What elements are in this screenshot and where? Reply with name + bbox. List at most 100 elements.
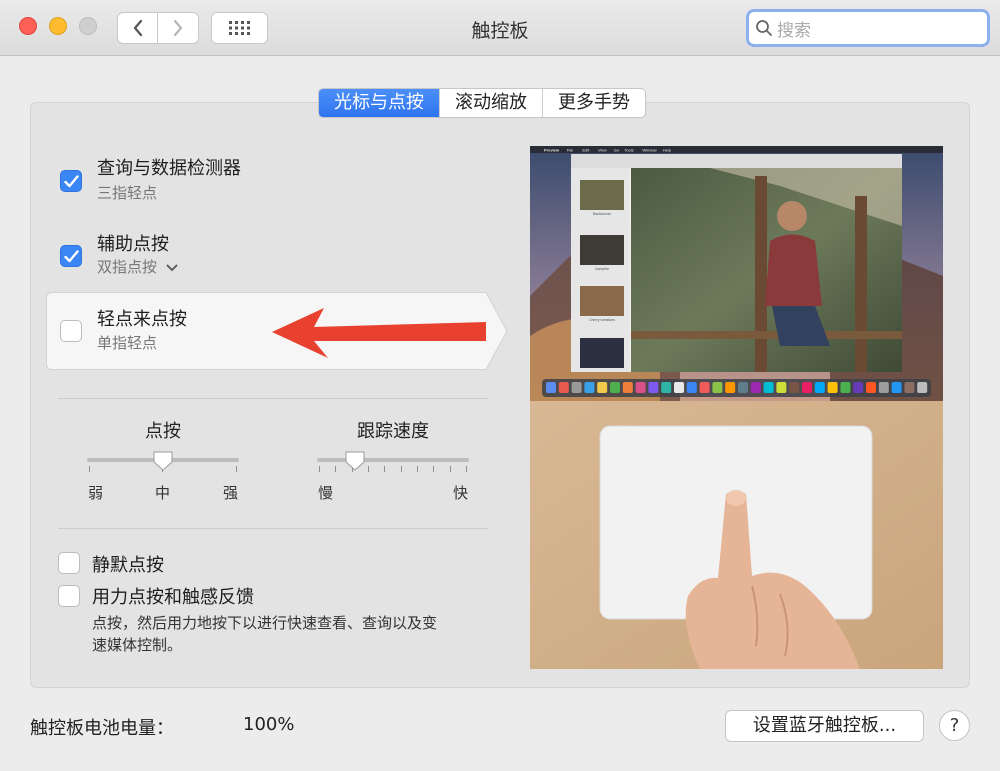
preview-thumbnail-caption: Backwoods <box>593 212 611 216</box>
tracking-slider-tick <box>335 466 337 472</box>
click-slider-knob[interactable] <box>152 450 174 472</box>
tracking-slider-tick <box>466 466 467 472</box>
tracking-slider-track[interactable] <box>317 458 469 462</box>
tap-to-click-checkbox[interactable] <box>60 320 82 342</box>
preview-menu-item: Go <box>614 148 620 153</box>
tracking-slider-tick <box>433 466 435 472</box>
zoom-window-button[interactable] <box>79 17 97 35</box>
divider-top <box>58 398 488 399</box>
secondary-click-checkbox[interactable] <box>60 245 82 267</box>
tracking-slider-max-label: 快 <box>453 484 469 502</box>
tab-scroll-and-zoom[interactable]: 滚动缩放 <box>439 89 542 117</box>
tab-bar: 光标与点按 滚动缩放 更多手势 <box>318 88 646 118</box>
tracking-slider-knob[interactable] <box>344 450 366 472</box>
dock-app-icon <box>597 382 608 393</box>
dock-app-icon <box>917 382 928 393</box>
preview-menu-item: Edit <box>582 148 590 153</box>
click-slider-tick <box>236 466 237 472</box>
preview-thumbnail-caption: Cherry tomatoes <box>589 318 615 322</box>
tap-to-click-title: 轻点来点按 <box>97 309 187 330</box>
dock-app-icon <box>674 382 684 393</box>
dock-app-icon <box>802 382 812 393</box>
silent-clicking-title: 静默点按 <box>92 555 164 576</box>
forward-button[interactable] <box>158 12 199 44</box>
help-button[interactable]: ? <box>939 710 970 741</box>
gesture-preview-video: Preview File Edit View Go Tools Window Help Bac… <box>530 146 943 669</box>
dock-app-icon <box>763 382 774 393</box>
dock-app-icon <box>712 382 723 393</box>
tracking-slider-tick <box>400 466 402 472</box>
search-icon <box>756 20 772 36</box>
dock-app-icon <box>750 382 761 393</box>
dock-app-icon <box>622 382 633 393</box>
secondary-click-subtitle: 双指点按 <box>97 258 158 276</box>
preview-thumbnail-caption: Campfire <box>595 267 609 271</box>
silent-clicking-checkbox[interactable] <box>58 552 80 574</box>
chevron-right-icon <box>173 19 183 37</box>
click-slider-min-label: 弱 <box>88 484 104 502</box>
preview-menu-item: File <box>567 148 574 153</box>
tracking-slider-label: 跟踪速度 <box>357 421 429 442</box>
minimize-window-button[interactable] <box>49 17 67 35</box>
lookup-title: 查询与数据检测器 <box>97 158 241 179</box>
lookup-checkbox[interactable] <box>60 170 82 192</box>
tracking-slider-tick <box>384 466 386 472</box>
dock-app-icon <box>610 382 620 393</box>
close-window-button[interactable] <box>19 17 37 35</box>
tab-more-gestures[interactable]: 更多手势 <box>542 89 645 117</box>
preview-menu-item: Preview <box>544 148 560 153</box>
dock-app-icon <box>789 382 800 393</box>
dock-app-icon <box>558 382 569 393</box>
tracking-slider-tick <box>368 466 369 472</box>
tab-point-and-click[interactable]: 光标与点按 <box>319 89 439 117</box>
dock-app-icon <box>584 382 595 393</box>
dock-app-icon <box>571 382 582 393</box>
back-button[interactable] <box>117 12 158 44</box>
click-slider-mid-label: 中 <box>155 484 171 502</box>
preview-menu-item: Tools <box>624 148 633 153</box>
preview-menu-item: Window <box>642 148 656 153</box>
dock-app-icon <box>904 382 915 393</box>
click-slider-max-label: 强 <box>223 484 239 502</box>
secondary-click-dropdown[interactable]: 双指点按 <box>97 256 178 277</box>
dock-app-icon <box>866 382 876 393</box>
dock-app-icon <box>776 382 787 393</box>
tracking-slider-min-label: 慢 <box>318 484 334 502</box>
dock-app-icon <box>686 382 697 393</box>
checkmark-icon <box>64 250 79 263</box>
show-all-button[interactable] <box>211 12 268 44</box>
preview-menubar <box>530 146 943 153</box>
tap-to-click-subtitle: 单指轻点 <box>97 334 158 352</box>
divider-bottom <box>58 528 488 529</box>
title-bar: 触控板 搜索 <box>0 0 1000 56</box>
force-click-description-line2: 速媒体控制。 <box>92 636 183 654</box>
checkmark-icon <box>64 175 79 188</box>
battery-label: 触控板电池电量： <box>30 718 174 739</box>
force-click-title: 用力点按和触感反馈 <box>92 587 254 608</box>
search-placeholder: 搜索 <box>777 20 811 41</box>
annotation-arrow-icon <box>272 308 486 358</box>
window-title: 触控板 <box>471 20 529 42</box>
dock-app-icon <box>840 382 851 393</box>
dock-app-icon <box>827 382 838 393</box>
preview-menu-item: View <box>598 148 607 153</box>
grid-icon <box>228 21 250 35</box>
dock-app-icon <box>738 382 748 393</box>
dock-app-icon <box>725 382 736 393</box>
dock-app-icon <box>648 382 659 393</box>
tracking-slider-tick <box>319 466 320 472</box>
secondary-click-title: 辅助点按 <box>97 234 169 255</box>
chevron-left-icon <box>133 19 142 37</box>
preview-menu-item: Help <box>663 148 672 153</box>
dock-app-icon <box>853 382 864 393</box>
force-click-checkbox[interactable] <box>58 585 80 607</box>
dock-app-icon <box>546 382 556 393</box>
dock-app-icon <box>661 382 672 393</box>
click-slider-tick <box>89 466 90 472</box>
dock-app-icon <box>891 382 902 393</box>
search-field[interactable]: 搜索 <box>746 9 990 47</box>
tracking-slider-tick <box>449 466 451 472</box>
setup-bluetooth-trackpad-button[interactable]: 设置蓝牙触控板... <box>725 710 924 742</box>
dock-app-icon <box>635 382 646 393</box>
chevron-down-icon <box>166 264 178 271</box>
